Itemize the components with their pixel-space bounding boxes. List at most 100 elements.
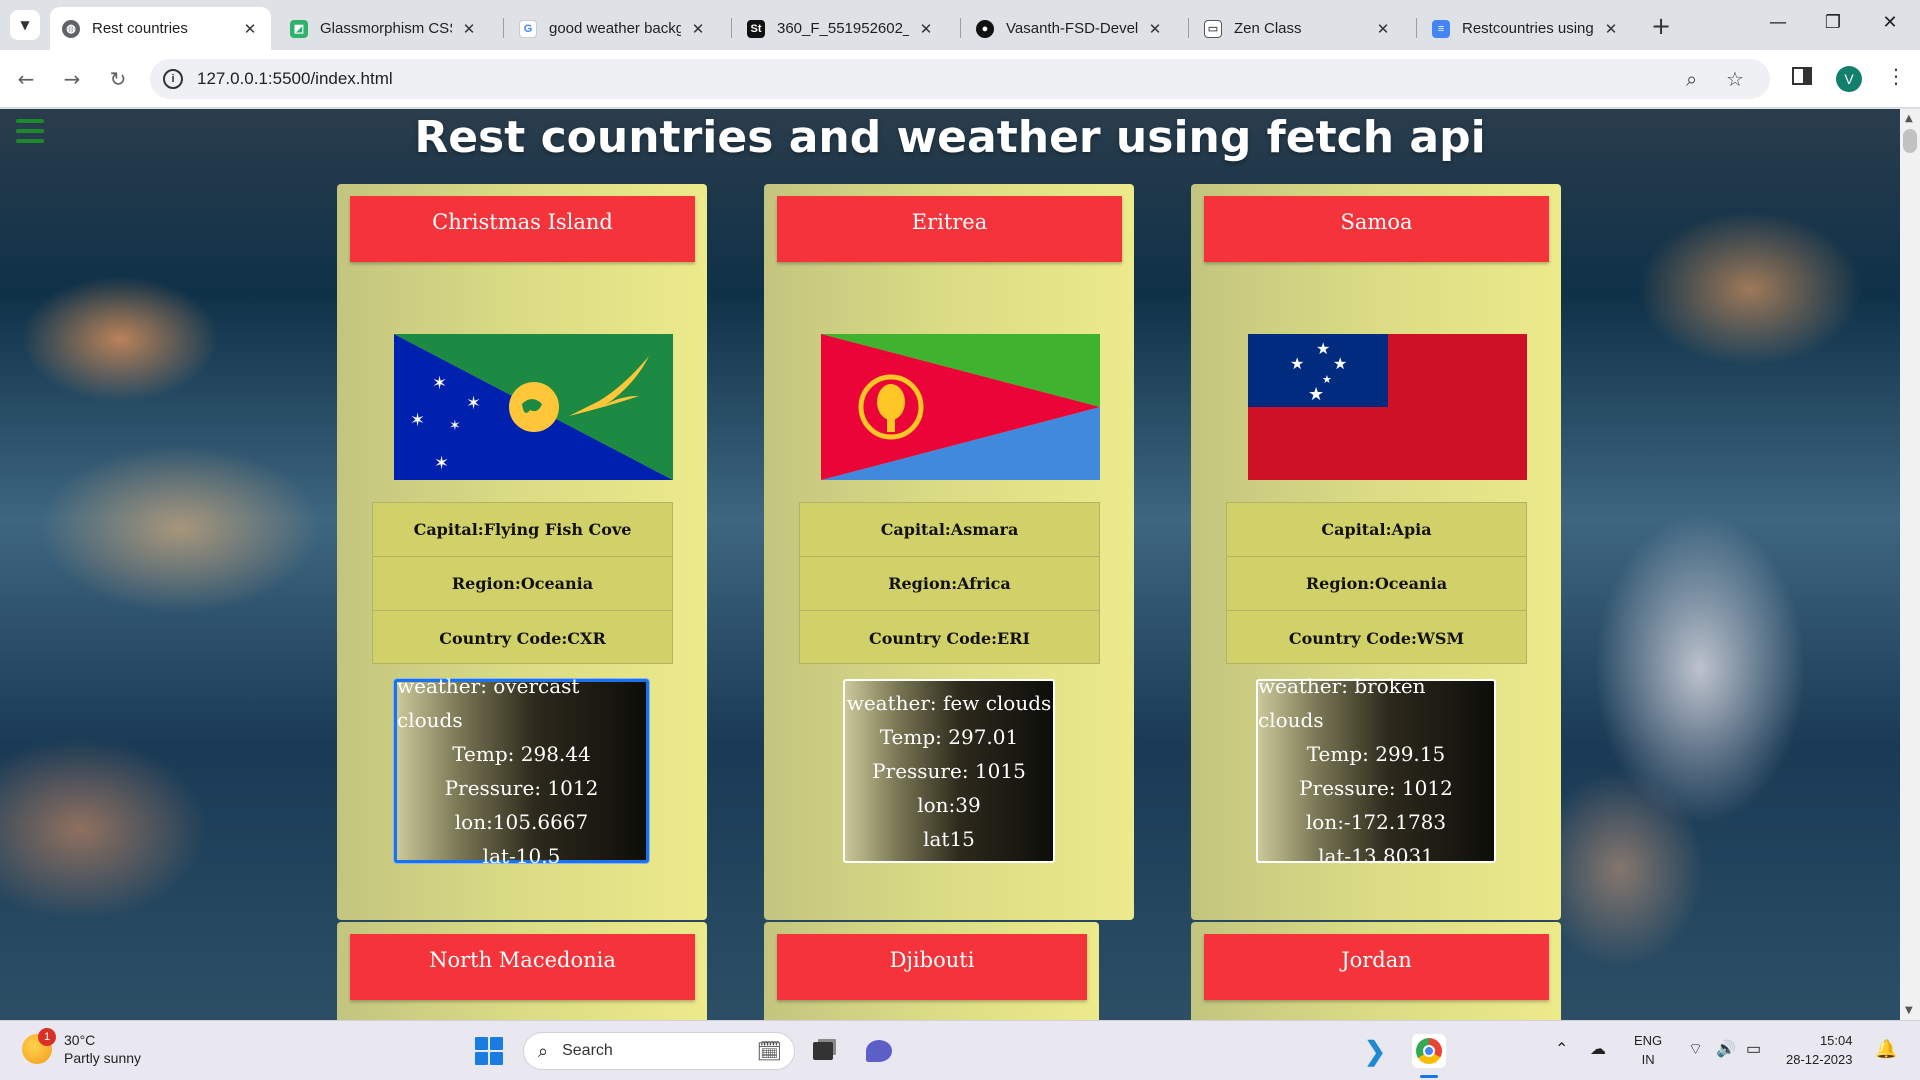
weather-description: weather: broken clouds bbox=[1258, 674, 1426, 732]
site-info-icon[interactable]: i bbox=[163, 69, 183, 89]
chrome-icon[interactable] bbox=[1412, 1034, 1446, 1068]
latitude-text: lat-10.5 bbox=[482, 844, 561, 868]
weather-button[interactable]: weather: overcast clouds Temp: 298.44 Pr… bbox=[394, 674, 649, 868]
weather-button[interactable]: weather: few clouds Temp: 297.01 Pressur… bbox=[843, 679, 1055, 863]
clock-time: 15:04 bbox=[1819, 1033, 1853, 1048]
tab-title: Rest countries bbox=[92, 20, 188, 37]
forward-button[interactable]: → bbox=[58, 65, 86, 93]
system-clock[interactable]: 15:04 28-12-2023 bbox=[1786, 1031, 1853, 1069]
search-placeholder: Search bbox=[562, 1042, 613, 1059]
country-card: Djibouti bbox=[764, 922, 1099, 1020]
country-info-table: Capital:Asmara Region:Africa Country Cod… bbox=[799, 502, 1100, 664]
notification-badge: 1 bbox=[38, 1028, 56, 1046]
country-card: Samoa ★ ★ ★ ★ ★ Capital:Apia Region:Ocea… bbox=[1191, 184, 1561, 920]
longitude-text: lon:105.6667 bbox=[454, 810, 589, 834]
country-name: Djibouti bbox=[777, 934, 1087, 1000]
country-name: Samoa bbox=[1204, 196, 1549, 262]
minimize-button[interactable]: — bbox=[1758, 12, 1798, 33]
new-tab-button[interactable]: + bbox=[1651, 12, 1671, 40]
wifi-icon[interactable]: ⌔ bbox=[1688, 1039, 1703, 1059]
svg-text:✶: ✶ bbox=[432, 373, 447, 394]
scroll-down-icon[interactable]: ▼ bbox=[1905, 1005, 1913, 1016]
tab-separator bbox=[1188, 18, 1189, 38]
svg-text:✶: ✶ bbox=[434, 453, 449, 474]
clock-date: 28-12-2023 bbox=[1786, 1052, 1853, 1067]
restore-button[interactable]: ❐ bbox=[1813, 12, 1853, 33]
svg-text:★: ★ bbox=[1290, 354, 1304, 373]
meet-chat-icon[interactable] bbox=[862, 1034, 896, 1068]
region-text: Region:Africa bbox=[800, 557, 1099, 611]
svg-text:★: ★ bbox=[1333, 354, 1347, 373]
onedrive-cloud-icon[interactable]: ☁ bbox=[1590, 1039, 1606, 1059]
flag-christmas-island: ✶ ✶ ✶ ✶ ✶ bbox=[394, 334, 673, 480]
address-bar[interactable]: i 127.0.0.1:5500/index.html ⌕ ☆ bbox=[150, 59, 1770, 99]
volume-icon[interactable]: 🔊 bbox=[1716, 1039, 1736, 1059]
capital-text: Capital:Asmara bbox=[800, 503, 1099, 557]
chevron-down-icon: ▼ bbox=[20, 18, 30, 32]
menu-kebab-icon[interactable]: ⋮ bbox=[1886, 64, 1906, 88]
country-card: Christmas Island ✶ ✶ ✶ ✶ ✶ Capital:Flyin… bbox=[337, 184, 707, 920]
bookmark-star-icon[interactable]: ☆ bbox=[1726, 67, 1744, 91]
github-icon: ● bbox=[976, 19, 994, 38]
search-icon: ⌕ bbox=[538, 1040, 549, 1061]
task-view-icon[interactable] bbox=[806, 1034, 840, 1068]
language-indicator[interactable]: ENG IN bbox=[1634, 1031, 1662, 1069]
google-icon: G bbox=[519, 19, 537, 38]
side-panel-icon[interactable] bbox=[1792, 67, 1812, 85]
close-icon[interactable]: ✕ bbox=[1602, 20, 1620, 38]
flag-samoa: ★ ★ ★ ★ ★ bbox=[1248, 334, 1527, 480]
close-icon[interactable]: ✕ bbox=[241, 20, 259, 38]
partly-sunny-icon: 1 bbox=[22, 1028, 56, 1064]
tab-title: Restcountries using f bbox=[1462, 20, 1594, 37]
active-app-indicator bbox=[1420, 1075, 1438, 1078]
tab-separator bbox=[1416, 18, 1417, 38]
reload-button[interactable]: ↻ bbox=[104, 65, 132, 93]
country-name: North Macedonia bbox=[350, 934, 695, 1000]
tab-title: 360_F_551952602_vp bbox=[777, 20, 909, 37]
taskbar-weather-widget[interactable]: 1 30°C Partly sunny bbox=[22, 1028, 141, 1067]
country-card: Eritrea Capital:Asmara Region:Africa Cou… bbox=[764, 184, 1134, 920]
close-icon[interactable]: ✕ bbox=[917, 20, 935, 38]
close-icon[interactable]: ✕ bbox=[1374, 20, 1392, 38]
tab-rest-countries[interactable]: ◍ Rest countries ✕ bbox=[50, 7, 271, 50]
close-icon[interactable]: ✕ bbox=[689, 20, 707, 38]
language-code: ENG bbox=[1634, 1033, 1663, 1048]
tab-stock-image[interactable]: St 360_F_551952602_vp ✕ bbox=[735, 7, 947, 50]
svg-text:★: ★ bbox=[1308, 384, 1324, 405]
taskbar: 1 30°C Partly sunny ⌕ Search 🗓 ❯ ⌃ ☁ ENG… bbox=[0, 1020, 1920, 1080]
scrollbar-thumb[interactable] bbox=[1903, 129, 1917, 153]
back-button[interactable]: ← bbox=[12, 65, 40, 93]
globe-icon: ◍ bbox=[62, 19, 80, 38]
country-info-table: Capital:Flying Fish Cove Region:Oceania … bbox=[372, 502, 673, 664]
latitude-text: lat15 bbox=[923, 827, 975, 851]
tab-glassmorphism[interactable]: ◩ Glassmorphism CSS G ✕ bbox=[278, 7, 490, 50]
close-icon[interactable]: ✕ bbox=[1146, 20, 1164, 38]
notification-bell-icon[interactable]: 🔔 bbox=[1875, 1039, 1897, 1060]
svg-text:✶: ✶ bbox=[449, 418, 461, 434]
url-text[interactable]: 127.0.0.1:5500/index.html bbox=[197, 69, 393, 89]
tab-restcountries-doc[interactable]: ≡ Restcountries using f ✕ bbox=[1420, 7, 1632, 50]
scroll-up-icon[interactable]: ▲ bbox=[1905, 113, 1913, 124]
longitude-text: lon:-172.1783 bbox=[1305, 810, 1447, 834]
page-scrollbar[interactable]: ▲ ▼ bbox=[1900, 109, 1920, 1020]
windows-start-icon[interactable] bbox=[475, 1037, 503, 1065]
taskbar-search-box[interactable]: ⌕ Search 🗓 bbox=[523, 1032, 795, 1070]
close-icon[interactable]: ✕ bbox=[460, 20, 478, 38]
tab-google-search[interactable]: G good weather backgr ✕ bbox=[507, 7, 719, 50]
battery-icon[interactable]: ▭ bbox=[1746, 1039, 1761, 1059]
country-name: Christmas Island bbox=[350, 196, 695, 262]
page-title: Rest countries and weather using fetch a… bbox=[414, 112, 1486, 163]
glassmorphism-icon: ◩ bbox=[290, 19, 308, 38]
profile-avatar[interactable]: V bbox=[1836, 66, 1862, 92]
weather-description: weather: overcast clouds bbox=[397, 674, 580, 732]
vscode-icon[interactable]: ❯ bbox=[1358, 1034, 1392, 1068]
tab-zen-class[interactable]: ▭ Zen Class ✕ bbox=[1192, 7, 1404, 50]
docs-icon: ≡ bbox=[1432, 19, 1450, 38]
show-hidden-icons-chevron-icon[interactable]: ⌃ bbox=[1555, 1039, 1568, 1059]
zoom-icon[interactable]: ⌕ bbox=[1686, 67, 1697, 91]
tab-search-button[interactable]: ▼ bbox=[10, 10, 40, 40]
weather-button[interactable]: weather: broken clouds Temp: 299.15 Pres… bbox=[1256, 674, 1496, 868]
tab-github[interactable]: ● Vasanth-FSD-Develop ✕ bbox=[964, 7, 1176, 50]
pressure-text: Pressure: 1012 bbox=[444, 776, 599, 800]
close-window-button[interactable]: ✕ bbox=[1870, 12, 1910, 33]
